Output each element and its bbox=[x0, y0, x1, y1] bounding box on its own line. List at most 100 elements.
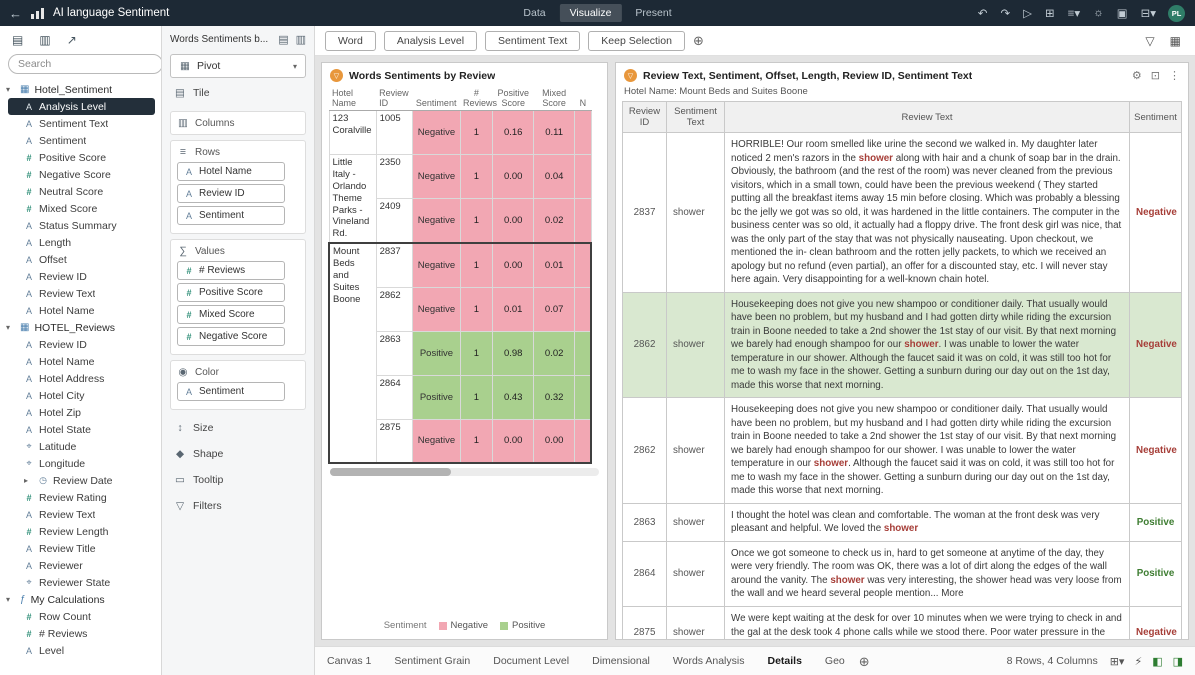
pivot-sentiment-cell[interactable]: Negative bbox=[412, 286, 461, 332]
field-review-text[interactable]: A Review Text bbox=[0, 285, 161, 302]
field-review-rating[interactable]: # Review Rating bbox=[0, 489, 161, 506]
pivot-hscrollbar[interactable] bbox=[330, 468, 599, 477]
pivot-sentiment-cell[interactable]: Positive bbox=[412, 330, 461, 376]
pivot-visualization[interactable]: ▽ Words Sentiments by Review Hotel Name R… bbox=[321, 62, 608, 640]
pivot-num-reviews-cell[interactable]: 1 bbox=[459, 374, 494, 420]
field-neutral-score[interactable]: # Neutral Score bbox=[0, 183, 161, 200]
pivot-sentiment-cell[interactable]: Negative bbox=[412, 418, 461, 464]
caret-down-icon[interactable]: ▾ bbox=[6, 323, 15, 332]
pivot-sentiment-cell[interactable]: Positive bbox=[412, 374, 461, 420]
field-row-count[interactable]: # Row Count bbox=[0, 608, 161, 625]
pivot-hotel-cell[interactable]: 123 Coralville bbox=[328, 110, 377, 155]
pivot-mixed-score-cell[interactable]: 0.01 bbox=[533, 242, 576, 288]
view-menu-icon[interactable]: ≡▾ bbox=[1068, 6, 1080, 20]
field-review-length[interactable]: # Review Length bbox=[0, 523, 161, 540]
caret-right-icon[interactable]: ▸ bbox=[24, 476, 33, 485]
data-panel-icon[interactable]: ▤ bbox=[12, 33, 23, 47]
field-chip-review-id[interactable]: A Review ID bbox=[177, 184, 285, 203]
pivot-review-id-cell[interactable]: 2863 bbox=[375, 330, 414, 376]
field-chip-negative-score[interactable]: # Negative Score bbox=[177, 327, 285, 346]
pivot-negative-score-cell[interactable] bbox=[574, 374, 592, 420]
field-longitude[interactable]: ⌖ Longitude bbox=[0, 455, 161, 472]
caret-down-icon[interactable]: ▾ bbox=[6, 595, 15, 604]
field-status-summary[interactable]: A Status Summary bbox=[0, 217, 161, 234]
pivot-review-id-cell[interactable]: 2862 bbox=[375, 286, 414, 332]
grammar-tile[interactable]: ▤ Tile bbox=[162, 80, 314, 106]
canvas-tab-words-analysis[interactable]: Words Analysis bbox=[673, 655, 745, 667]
canvas-layout-icon[interactable]: ⊞▾ bbox=[1110, 655, 1125, 668]
pivot-num-reviews-cell[interactable]: 1 bbox=[459, 153, 494, 200]
grammar-filters[interactable]: ▽ Filters bbox=[162, 493, 314, 519]
field-chip-hotel-name[interactable]: A Hotel Name bbox=[177, 162, 285, 181]
grammar-section-columns[interactable]: ▥ Columns bbox=[170, 111, 306, 135]
detail-row[interactable]: 2875 shower We were kept waiting at the de… bbox=[622, 605, 1182, 639]
caret-down-icon[interactable]: ▾ bbox=[6, 85, 15, 94]
field-chip-sentiment[interactable]: A Sentiment bbox=[177, 382, 285, 401]
detail-row[interactable]: 2862 shower Housekeeping does not give you… bbox=[622, 291, 1182, 399]
field-chip-positive-score[interactable]: # Positive Score bbox=[177, 283, 285, 302]
canvas-tab-canvas-1[interactable]: Canvas 1 bbox=[327, 655, 371, 667]
pivot-num-reviews-cell[interactable]: 1 bbox=[459, 110, 494, 155]
topbar-tab-present[interactable]: Present bbox=[625, 4, 681, 22]
pivot-negative-score-cell[interactable] bbox=[574, 242, 592, 288]
detail-row[interactable]: 2862 shower Housekeeping does not give you… bbox=[622, 397, 1182, 504]
pivot-hotel-cell[interactable]: Little Italy - Orlando Theme Parks - Vin… bbox=[328, 154, 377, 244]
topbar-tab-visualize[interactable]: Visualize bbox=[559, 4, 622, 22]
pivot-sentiment-cell[interactable]: Negative bbox=[412, 242, 461, 288]
pivot-hotel-cell[interactable]: Mount Beds and Suites Boone bbox=[328, 242, 377, 464]
field-analysis-level[interactable]: A Analysis Level bbox=[8, 98, 155, 115]
pivot-positive-score-cell[interactable]: 0.43 bbox=[492, 374, 535, 420]
dataset-hotel-sentiment[interactable]: ▾ ▦ Hotel_Sentiment bbox=[0, 81, 161, 98]
pivot-positive-score-cell[interactable]: 0.16 bbox=[492, 110, 535, 155]
user-avatar[interactable]: PL bbox=[1168, 4, 1185, 22]
detail-row[interactable]: 2864 shower Once we got someone to check u… bbox=[622, 540, 1182, 607]
pivot-negative-score-cell[interactable] bbox=[574, 286, 592, 332]
pivot-mixed-score-cell[interactable]: 0.02 bbox=[533, 330, 576, 376]
more-options-icon[interactable]: ⋮ bbox=[1169, 69, 1180, 82]
field-sentiment[interactable]: A Sentiment bbox=[0, 132, 161, 149]
pin-panel-icon[interactable]: ▤ bbox=[278, 33, 288, 46]
data-sets-icon[interactable]: ▦ bbox=[1170, 34, 1181, 48]
field-reviewer[interactable]: A Reviewer bbox=[0, 557, 161, 574]
filter-pill-keep-selection[interactable]: Keep Selection bbox=[588, 30, 685, 51]
filter-pill-word[interactable]: Word bbox=[325, 30, 376, 51]
toggle-grammar-panel-icon[interactable]: ◨ bbox=[1173, 655, 1183, 668]
pivot-positive-score-cell[interactable]: 0.00 bbox=[492, 153, 535, 200]
dataset-my-calculations[interactable]: ▾ ƒ My Calculations bbox=[0, 591, 161, 608]
grammar-columns-icon[interactable]: ▥ bbox=[296, 33, 306, 46]
pivot-num-reviews-cell[interactable]: 1 bbox=[459, 198, 494, 244]
pivot-review-id-cell[interactable]: 2409 bbox=[375, 198, 414, 244]
field-reviews[interactable]: # # Reviews bbox=[0, 625, 161, 642]
canvas-tab-sentiment-grain[interactable]: Sentiment Grain bbox=[394, 655, 470, 667]
pivot-mixed-score-cell[interactable]: 0.00 bbox=[533, 418, 576, 464]
pivot-num-reviews-cell[interactable]: 1 bbox=[459, 330, 494, 376]
field-sentiment-text[interactable]: A Sentiment Text bbox=[0, 115, 161, 132]
pivot-negative-score-cell[interactable] bbox=[574, 110, 592, 155]
field-hotel-address[interactable]: A Hotel Address bbox=[0, 370, 161, 387]
scrollbar-thumb[interactable] bbox=[330, 468, 452, 477]
pivot-mixed-score-cell[interactable]: 0.02 bbox=[533, 198, 576, 244]
field-hotel-city[interactable]: A Hotel City bbox=[0, 387, 161, 404]
canvas-tab-dimensional[interactable]: Dimensional bbox=[592, 655, 650, 667]
pivot-mixed-score-cell[interactable]: 0.04 bbox=[533, 153, 576, 200]
export-icon[interactable]: ⊞ bbox=[1045, 6, 1055, 20]
field-review-id[interactable]: A Review ID bbox=[0, 336, 161, 353]
pivot-review-id-cell[interactable]: 2350 bbox=[375, 153, 414, 200]
pivot-sentiment-cell[interactable]: Negative bbox=[412, 153, 461, 200]
pivot-review-id-cell[interactable]: 2837 bbox=[375, 242, 414, 288]
grammar-size[interactable]: ↕ Size bbox=[162, 415, 314, 441]
back-button[interactable]: ← bbox=[0, 6, 31, 21]
field-length[interactable]: A Length bbox=[0, 234, 161, 251]
add-canvas-button[interactable]: ⊕ bbox=[859, 655, 870, 668]
grammar-shape[interactable]: ◆ Shape bbox=[162, 441, 314, 467]
pivot-sentiment-cell[interactable]: Negative bbox=[412, 198, 461, 244]
pivot-negative-score-cell[interactable] bbox=[574, 330, 592, 376]
pivot-sentiment-cell[interactable]: Negative bbox=[412, 110, 461, 155]
detail-row[interactable]: 2837 shower HORRIBLE! Our room smelled lik… bbox=[622, 132, 1182, 293]
pivot-review-id-cell[interactable]: 1005 bbox=[375, 110, 414, 155]
detail-visualization[interactable]: ▽ Review Text, Sentiment, Offset, Length… bbox=[615, 62, 1189, 640]
legend-item-negative[interactable]: Negative bbox=[438, 620, 488, 631]
field-chip-mixed-score[interactable]: # Mixed Score bbox=[177, 305, 285, 324]
undo-icon[interactable]: ↶ bbox=[978, 6, 988, 20]
field-review-id[interactable]: A Review ID bbox=[0, 268, 161, 285]
